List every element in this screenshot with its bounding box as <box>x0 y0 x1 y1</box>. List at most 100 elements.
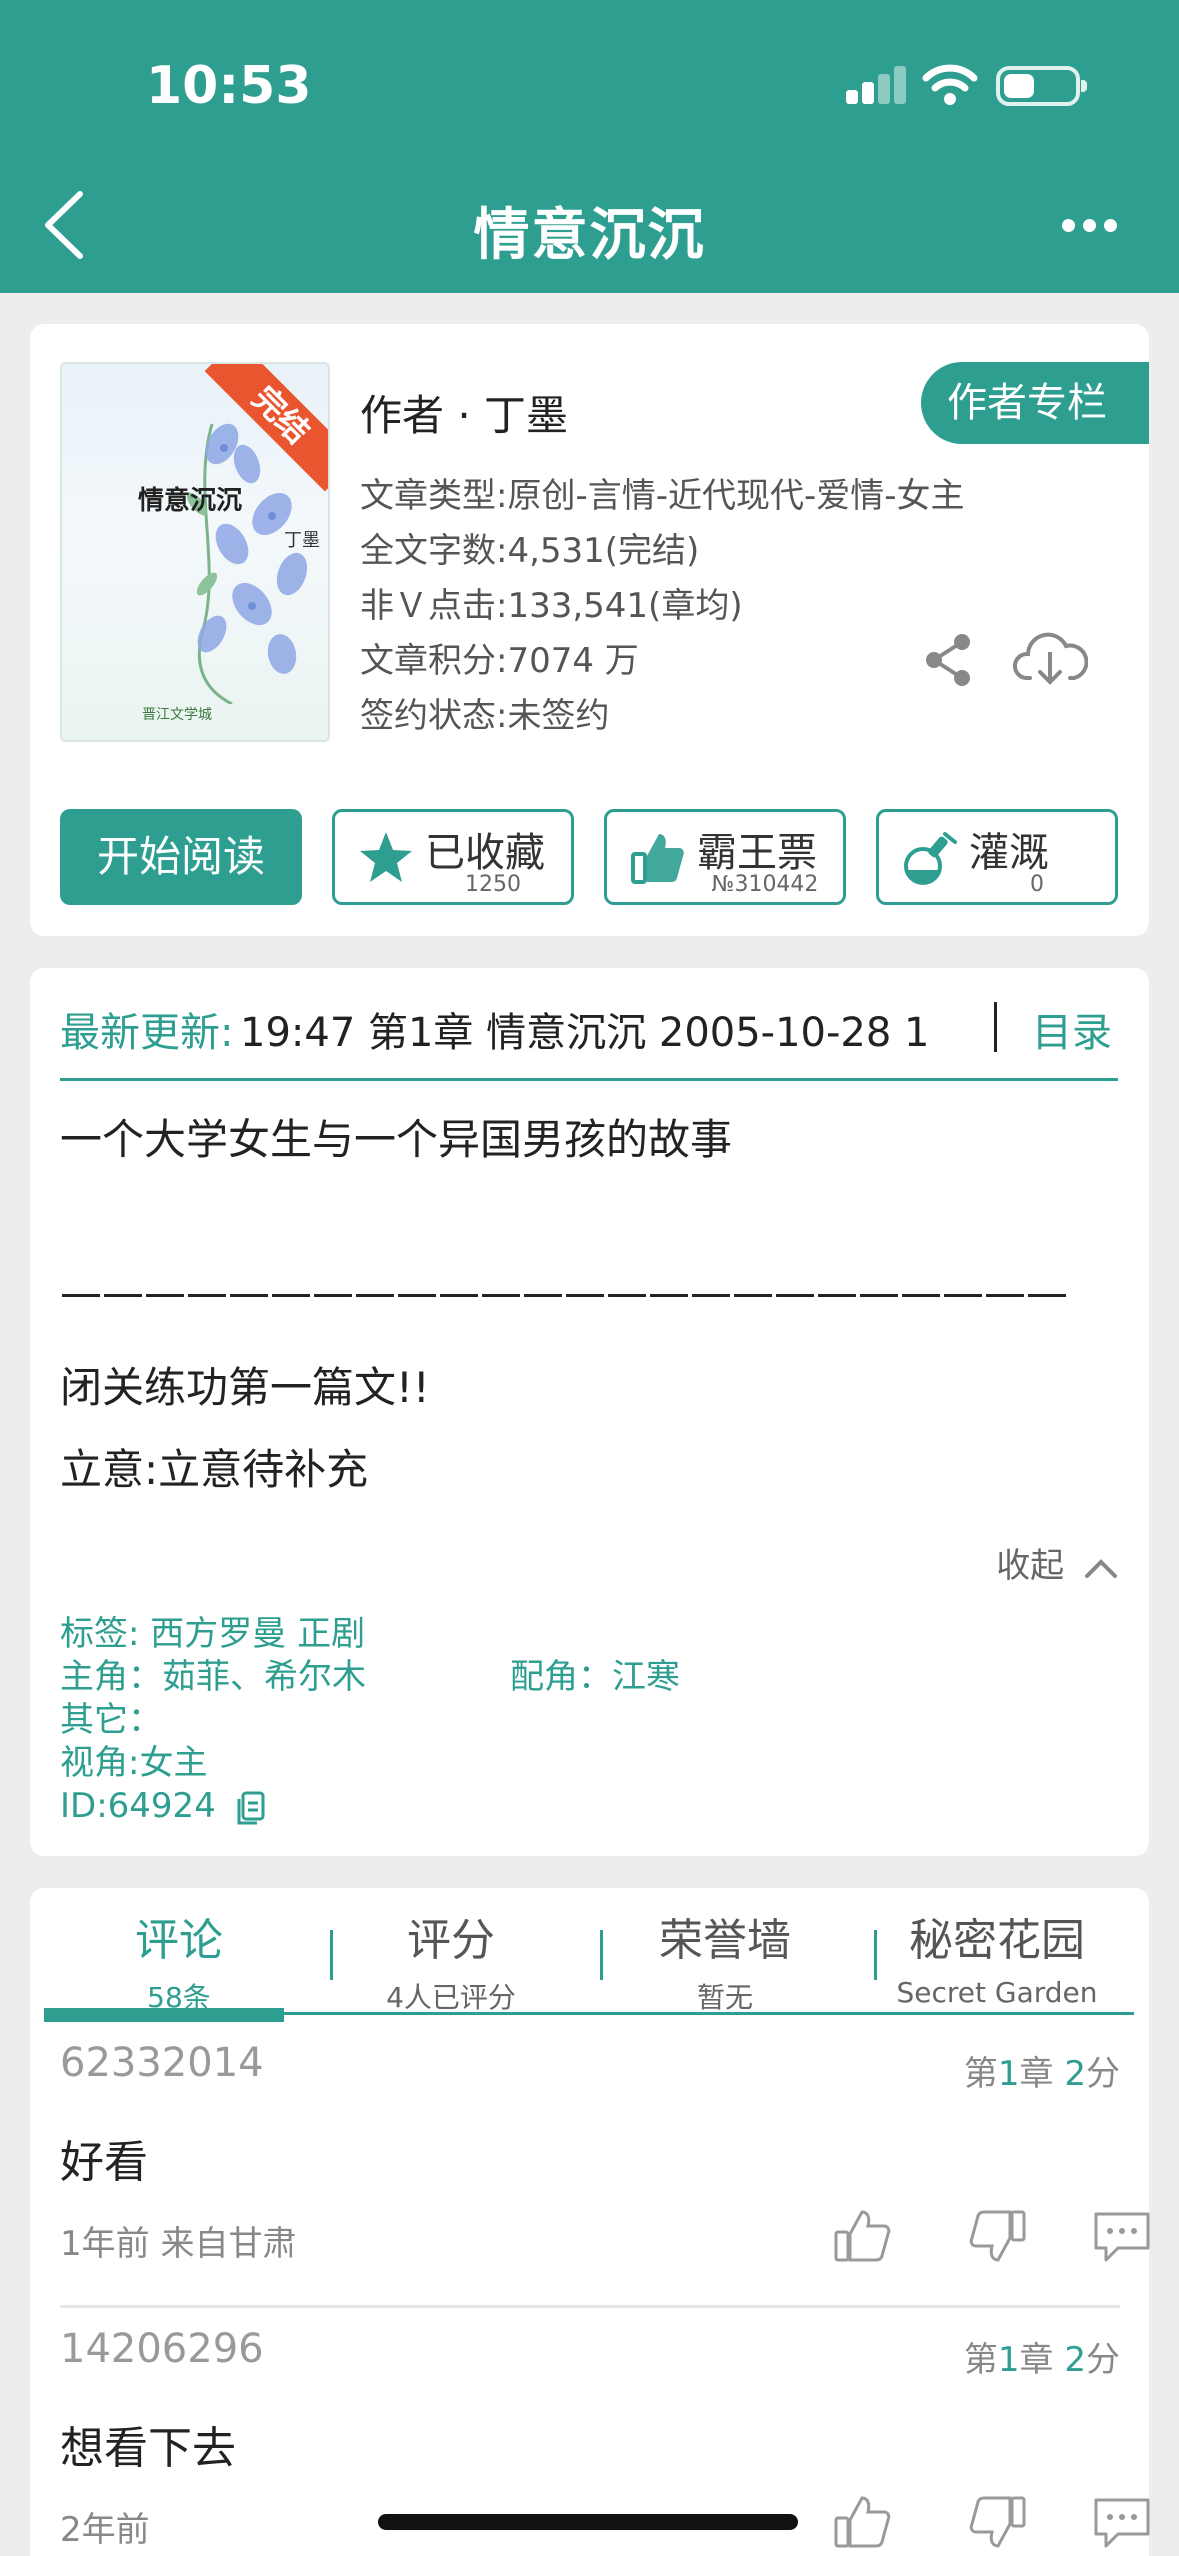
like-icon[interactable] <box>832 2206 896 2266</box>
tab-label: 秘密花园 <box>909 1915 1085 1966</box>
comments-card: 评论 58条 评分 4人已评分 荣誉墙 暂无 秘密花园 Secret Garde… <box>30 1888 1150 2556</box>
tab-secret-garden[interactable]: 秘密花园 Secret Garden <box>862 1904 1132 2009</box>
intro-line: 闭关练功第一篇文!! <box>60 1363 430 1412</box>
reply-icon[interactable] <box>1090 2492 1154 2552</box>
cloud-download-icon[interactable] <box>1012 628 1088 688</box>
chapter-prefix: 第 <box>963 2054 998 2094</box>
score-suffix: 分 <box>1086 2340 1120 2380</box>
nutrient-bottle-icon <box>904 832 957 885</box>
chapter-suffix: 章 <box>1019 2340 1065 2380</box>
meta-clicks: 非Ｖ点击:133,541(章均) <box>360 586 743 626</box>
meta-contract: 签约状态:未签约 <box>360 696 610 736</box>
vote-count: №310442 <box>711 872 819 897</box>
tab-label: 评分 <box>407 1915 495 1966</box>
book-tags: 标签: 西方罗曼 正剧 主角：茹菲、希尔木 配角：江寒 其它： 视角:女主 ID:… <box>60 1613 680 1828</box>
comment-user-id[interactable]: 62332014 <box>60 2040 264 2086</box>
author-name: 作者 · 丁墨 <box>360 391 569 440</box>
comment-item: 62332014 第1章 2分 好看 1年前 来自甘肃 <box>60 2028 1150 2308</box>
like-icon[interactable] <box>832 2492 896 2552</box>
latest-update-text[interactable]: 19:47 第1章 情意沉沉 2005-10-28 1 <box>240 1000 970 1058</box>
reply-icon[interactable] <box>1090 2206 1154 2266</box>
favorite-button[interactable]: 已收藏 1250 <box>332 809 574 905</box>
chapter-number: 1 <box>997 2054 1020 2094</box>
dot-icon <box>1062 218 1075 232</box>
tab-ratings[interactable]: 评分 4人已评分 <box>316 1904 586 2016</box>
favorite-label: 已收藏 <box>425 830 545 876</box>
update-underline <box>60 1078 1118 1081</box>
dot-icon <box>1083 218 1096 232</box>
dot-icon <box>1104 218 1117 232</box>
collapse-button[interactable]: 收起 <box>996 1538 1119 1587</box>
copy-icon[interactable] <box>233 1789 267 1827</box>
book-id: ID:64924 <box>60 1786 216 1826</box>
tab-label: 荣誉墙 <box>659 1915 791 1966</box>
battery-icon <box>996 66 1087 106</box>
collapse-label: 收起 <box>996 1546 1065 1586</box>
book-meta: 文章类型:原创-言情-近代现代-爱情-女主 全文字数:4,531(完结) 非Ｖ点… <box>360 469 965 744</box>
dislike-icon[interactable] <box>964 2206 1028 2266</box>
water-label: 灌溉 <box>969 830 1049 876</box>
action-buttons: 开始阅读 已收藏 1250 霸王票 №310442 灌溉 0 <box>60 809 1120 905</box>
divider <box>994 1002 997 1052</box>
status-time: 10:53 <box>146 56 312 116</box>
tab-sub-label: 4人已评分 <box>386 1981 516 2014</box>
dislike-icon[interactable] <box>964 2492 1028 2552</box>
intro-line: 立意:立意待补充 <box>60 1445 369 1494</box>
water-button[interactable]: 灌溉 0 <box>876 809 1118 905</box>
intro-card: 最新更新: 19:47 第1章 情意沉沉 2005-10-28 1 目录 一个大… <box>30 968 1149 1856</box>
tab-honor-wall[interactable]: 荣誉墙 暂无 <box>590 1904 860 2016</box>
comment-body: 想看下去 <box>60 2423 236 2474</box>
comment-meta: 1年前 来自甘肃 <box>60 2224 297 2264</box>
tab-sub-label: 暂无 <box>696 1981 753 2014</box>
author-column-button[interactable]: 作者专栏 <box>921 362 1149 444</box>
meta-genre: 文章类型:原创-言情-近代现代-爱情-女主 <box>360 476 965 516</box>
meta-score: 文章积分:7074 万 <box>360 641 639 681</box>
comment-chapter-score: 第1章 2分 <box>964 2332 1120 2381</box>
chapter-suffix: 章 <box>1019 2054 1065 2094</box>
comment-user-id[interactable]: 14206296 <box>60 2326 264 2372</box>
cover-author: 丁墨 <box>284 530 320 551</box>
tab-comments[interactable]: 评论 58条 <box>44 1904 314 2016</box>
score-suffix: 分 <box>1086 2054 1120 2094</box>
pov-line: 视角:女主 <box>60 1743 208 1783</box>
intro-line: 一个大学女生与一个异国男孩的故事 <box>60 1115 733 1164</box>
thumbs-up-icon <box>631 834 684 884</box>
chapter-prefix: 第 <box>963 2340 998 2380</box>
divider <box>60 2305 1120 2308</box>
chevron-up-icon <box>1085 1558 1117 1578</box>
star-icon <box>360 832 412 882</box>
start-reading-button[interactable]: 开始阅读 <box>60 809 302 905</box>
tags-line: 标签: 西方罗曼 正剧 <box>60 1614 366 1654</box>
score-number: 2 <box>1064 2054 1086 2094</box>
cellular-signal-icon <box>846 64 906 104</box>
book-info-card: 情意沉沉 丁墨 完结 晋江文学城 作者 · 丁墨 作者专栏 文章类型:原创-言情… <box>30 324 1149 936</box>
comment-meta: 2年前 <box>60 2510 150 2550</box>
table-of-contents-link[interactable]: 目录 <box>1032 1000 1112 1058</box>
home-indicator[interactable] <box>378 2514 798 2530</box>
latest-update-label: 最新更新: <box>60 1010 234 1056</box>
wifi-icon <box>922 64 978 105</box>
header-bar: 10:53 情意沉沉 <box>0 0 1179 293</box>
vote-button[interactable]: 霸王票 №310442 <box>604 809 846 905</box>
comment-chapter-score: 第1章 2分 <box>964 2046 1120 2095</box>
characters-line: 主角：茹菲、希尔木 配角：江寒 <box>60 1656 680 1699</box>
page-title: 情意沉沉 <box>473 203 706 268</box>
chapter-number: 1 <box>997 2340 1020 2380</box>
score-number: 2 <box>1064 2340 1086 2380</box>
active-tab-indicator <box>44 2008 284 2022</box>
cover-title: 情意沉沉 <box>138 486 243 516</box>
other-line: 其它： <box>60 1700 162 1740</box>
tab-label: 评论 <box>135 1915 223 1966</box>
water-count: 0 <box>1030 872 1044 897</box>
vote-label: 霸王票 <box>697 830 817 876</box>
comment-body: 好看 <box>60 2137 148 2188</box>
favorite-count: 1250 <box>465 872 521 897</box>
share-icon[interactable] <box>922 632 976 688</box>
tab-sub-label: Secret Garden <box>896 1976 1098 2009</box>
more-options-button[interactable] <box>1062 205 1126 245</box>
lead-characters: 主角：茹菲、希尔木 <box>60 1657 366 1697</box>
meta-word-count: 全文字数:4,531(完结) <box>360 531 700 571</box>
publisher-logo: 晋江文学城 <box>142 707 212 723</box>
id-line: ID:64924 <box>60 1785 680 1828</box>
book-cover[interactable]: 情意沉沉 丁墨 完结 晋江文学城 <box>60 362 330 742</box>
